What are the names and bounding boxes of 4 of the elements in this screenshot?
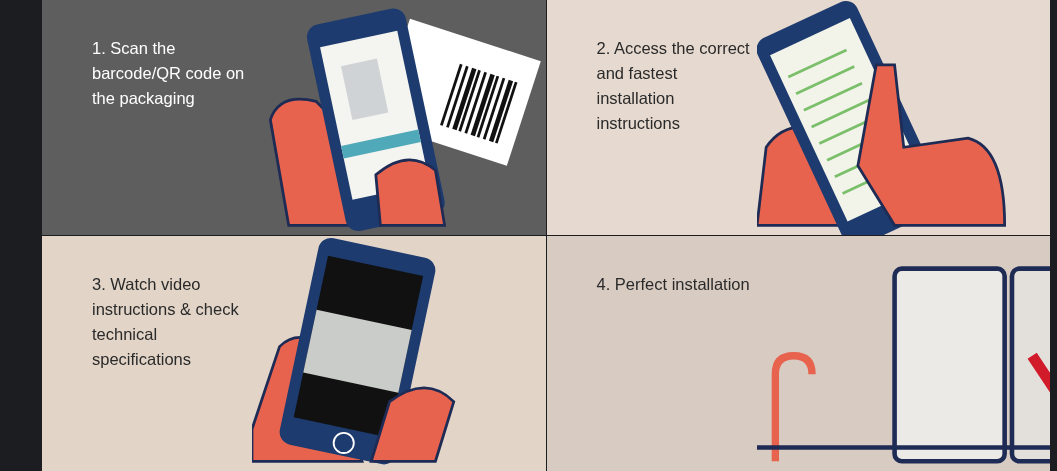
step-caption: 4. Perfect installation	[595, 274, 751, 295]
step-caption: 1. Scan the barcode/QR code on the packaging	[91, 38, 246, 109]
step-caption: 2. Access the correct and fastest installation instructions	[595, 38, 751, 134]
step-caption: 3. Watch video instructions & check technical specifications	[91, 274, 240, 370]
